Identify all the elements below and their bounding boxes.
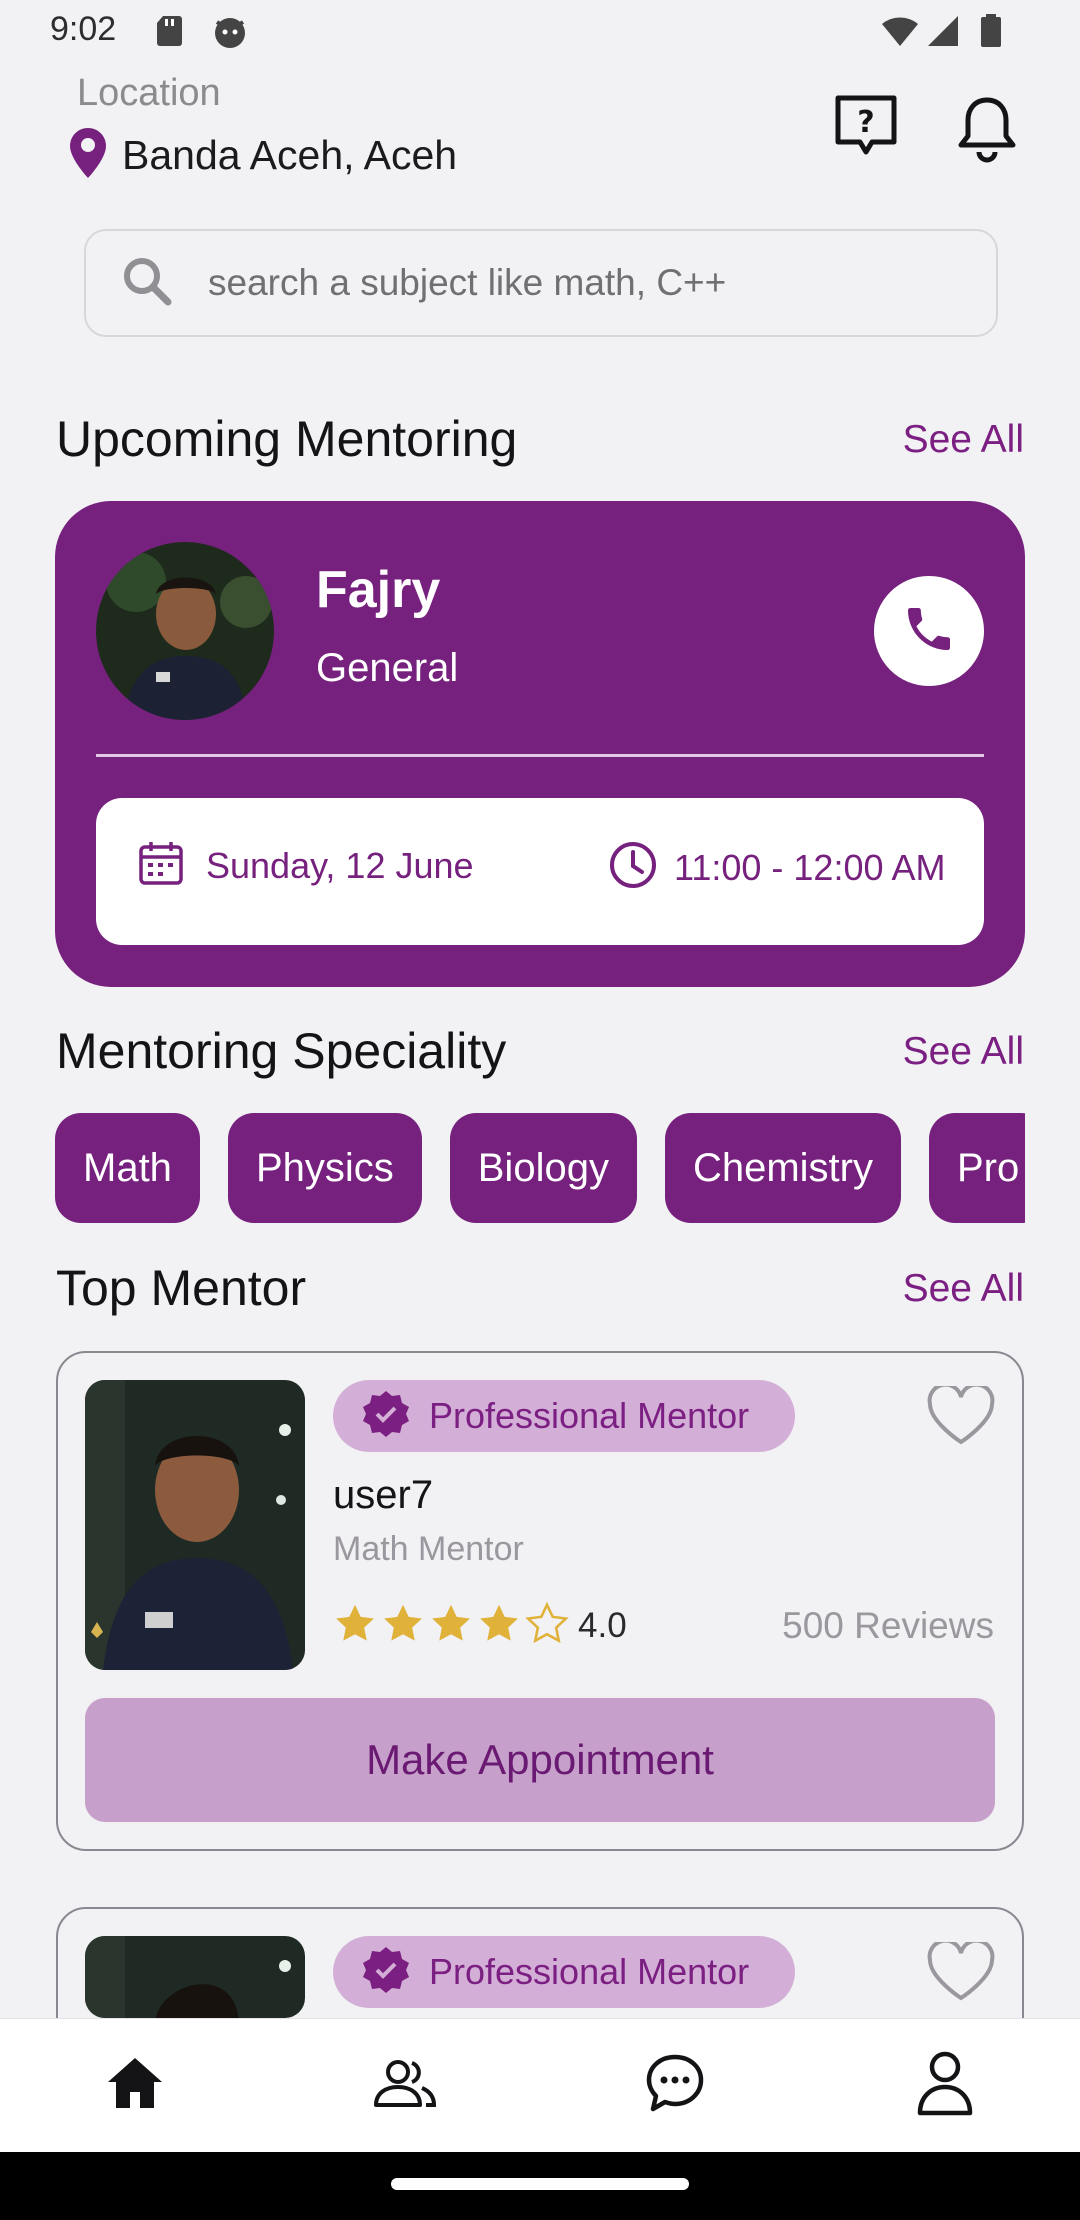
help-chat-icon: ? bbox=[832, 95, 900, 166]
schedule-time-text: 11:00 - 12:00 AM bbox=[674, 846, 946, 888]
chip-programming[interactable]: Pro bbox=[928, 1113, 1025, 1223]
rating-value: 4.0 bbox=[578, 1606, 627, 1645]
status-time: 9:02 bbox=[50, 10, 117, 48]
bell-icon bbox=[956, 97, 1018, 168]
location-selector[interactable]: Banda Aceh, Aceh bbox=[68, 126, 457, 185]
star-filled-icon bbox=[429, 1602, 473, 1651]
star-filled-icon bbox=[381, 1602, 425, 1651]
svg-text:?: ? bbox=[857, 105, 874, 140]
map-pin-icon bbox=[68, 126, 108, 185]
chip-chemistry[interactable]: Chemistry bbox=[664, 1113, 901, 1223]
star-filled-icon bbox=[333, 1602, 377, 1651]
professional-badge: Professional Mentor bbox=[333, 1936, 795, 2008]
home-gesture-handle[interactable] bbox=[391, 2178, 689, 2190]
calendar-icon bbox=[138, 840, 184, 891]
help-chat-button[interactable]: ? bbox=[832, 92, 900, 167]
home-icon bbox=[105, 2055, 165, 2116]
chip-physics[interactable]: Physics bbox=[227, 1113, 422, 1223]
mentor-photo bbox=[85, 1380, 305, 1670]
profile-icon bbox=[915, 2050, 975, 2121]
professional-badge: Professional Mentor bbox=[333, 1380, 795, 1452]
mentor-photo bbox=[85, 1936, 305, 2018]
star-outline-icon bbox=[525, 1601, 569, 1651]
top-mentor-title: Top Mentor bbox=[56, 1260, 307, 1316]
review-count: 500 Reviews bbox=[782, 1605, 994, 1646]
mentor-role: Math Mentor bbox=[333, 1530, 524, 1568]
star-filled-icon bbox=[477, 1602, 521, 1651]
favorite-button[interactable] bbox=[926, 1382, 996, 1451]
location-label: Location bbox=[77, 72, 221, 114]
speciality-chip-list: Math Physics Biology Chemistry Pro bbox=[55, 1113, 1025, 1223]
top-mentor-see-all-link[interactable]: See All bbox=[903, 1267, 1024, 1311]
phone-icon bbox=[901, 601, 957, 662]
nav-profile[interactable] bbox=[885, 2026, 1005, 2146]
card-divider bbox=[96, 754, 984, 757]
battery-icon bbox=[980, 14, 1002, 53]
heart-outline-icon bbox=[926, 1938, 996, 2006]
cat-notification-icon bbox=[212, 14, 248, 55]
schedule-time: 11:00 - 12:00 AM bbox=[608, 840, 946, 895]
upcoming-title: Upcoming Mentoring bbox=[56, 411, 518, 467]
call-button[interactable] bbox=[874, 576, 984, 686]
upcoming-mentor-name: Fajry bbox=[316, 561, 441, 619]
nav-chat[interactable] bbox=[615, 2026, 735, 2146]
search-placeholder: search a subject like math, C++ bbox=[208, 262, 727, 303]
chip-math[interactable]: Math bbox=[55, 1113, 200, 1223]
mentor-avatar bbox=[96, 542, 274, 720]
schedule-date: Sunday, 12 June bbox=[138, 840, 474, 891]
clock-icon bbox=[608, 840, 658, 895]
chip-biology[interactable]: Biology bbox=[449, 1113, 637, 1223]
bottom-navigation bbox=[0, 2018, 1080, 2152]
search-input[interactable]: search a subject like math, C++ bbox=[84, 229, 998, 337]
sd-card-icon bbox=[156, 14, 186, 53]
rating-stars bbox=[333, 1601, 569, 1651]
nav-mentors[interactable] bbox=[345, 2026, 465, 2146]
mentor-name: user7 bbox=[333, 1473, 434, 1517]
signal-icon bbox=[926, 14, 960, 53]
schedule-date-text: Sunday, 12 June bbox=[206, 844, 474, 886]
favorite-button[interactable] bbox=[926, 1938, 996, 2007]
badge-text: Professional Mentor bbox=[429, 1395, 750, 1436]
verified-badge-icon bbox=[361, 1945, 411, 2000]
notification-button[interactable] bbox=[956, 94, 1018, 169]
upcoming-see-all-link[interactable]: See All bbox=[903, 418, 1024, 462]
location-value: Banda Aceh, Aceh bbox=[122, 132, 458, 178]
verified-badge-icon bbox=[361, 1389, 411, 1444]
speciality-see-all-link[interactable]: See All bbox=[903, 1030, 1024, 1074]
speciality-title: Mentoring Speciality bbox=[56, 1023, 507, 1079]
upcoming-speciality: General bbox=[316, 646, 459, 690]
wifi-icon bbox=[880, 14, 920, 53]
badge-text: Professional Mentor bbox=[429, 1951, 750, 1992]
chat-icon bbox=[645, 2053, 705, 2118]
heart-outline-icon bbox=[926, 1382, 996, 1450]
search-icon bbox=[120, 254, 174, 313]
people-icon bbox=[372, 2057, 438, 2114]
nav-home[interactable] bbox=[75, 2026, 195, 2146]
make-appointment-button[interactable]: Make Appointment bbox=[85, 1698, 995, 1822]
